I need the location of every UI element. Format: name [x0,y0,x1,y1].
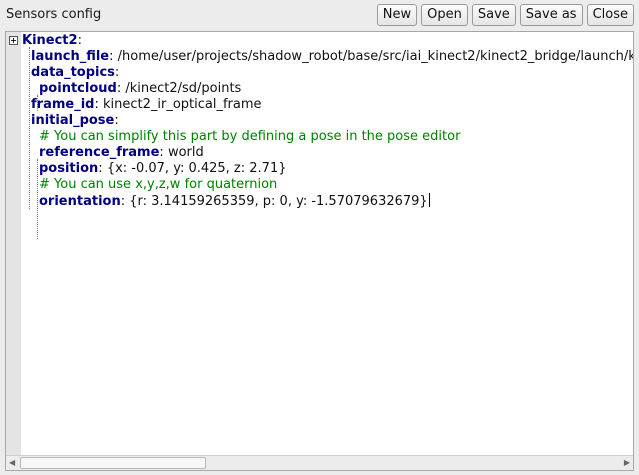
save-button[interactable]: Save [471,4,516,26]
yaml-key: initial_pose [31,113,115,128]
editor-gutter [6,32,21,456]
yaml-value: /kinect2/sd/points [125,81,242,96]
code-line: Kinect2: [22,33,633,49]
code-line: # You can simplify this part by defining… [22,129,633,145]
yaml-editor[interactable]: Kinect2: launch_file: /home/user/project… [5,31,634,471]
yaml-separator: : [94,97,103,112]
code-line: # You can use x,y,z,w for quaternion [22,177,633,193]
fold-expand-icon[interactable] [9,36,18,45]
horizontal-scrollbar[interactable]: ◀ ▶ [6,455,633,470]
yaml-key: data_topics [31,65,115,80]
yaml-key: launch_file [31,49,110,64]
yaml-key: Kinect2 [22,33,78,48]
code-line: frame_id: kinect2_ir_optical_frame [22,97,633,113]
yaml-key: orientation [39,194,121,209]
toolbar: New Open Save Save as Close [376,4,634,26]
yaml-value: world [167,145,204,160]
yaml-value: {x: -0.07, y: 0.425, z: 2.71} [106,161,287,176]
yaml-separator: : [98,161,107,176]
code-line: orientation: {r: 3.14159265359, p: 0, y:… [22,193,633,209]
code-line: launch_file: /home/user/projects/shadow_… [22,49,633,65]
scroll-left-arrow-icon[interactable]: ◀ [9,458,15,467]
close-button[interactable]: Close [586,4,634,26]
yaml-comment: # You can simplify this part by defining… [39,129,461,144]
open-button[interactable]: Open [421,4,468,26]
window-title: Sensors config [6,7,102,22]
yaml-separator: : [159,145,168,160]
save-as-button[interactable]: Save as [519,4,583,26]
yaml-key: position [39,161,99,176]
text-caret [428,193,430,207]
yaml-separator: : [114,65,120,80]
code-line: pointcloud: /kinect2/sd/points [22,81,633,97]
code-line: position: {x: -0.07, y: 0.425, z: 2.71} [22,161,633,177]
yaml-key: reference_frame [39,145,160,160]
scrollbar-thumb[interactable] [20,457,206,469]
yaml-value: /home/user/projects/shadow_robot/base/sr… [117,49,634,64]
code-line: initial_pose: [22,113,633,129]
code-line: data_topics: [22,65,633,81]
yaml-separator: : [77,33,82,48]
new-button[interactable]: New [376,4,418,26]
yaml-value: {r: 3.14159265359, p: 0, y: -1.570796326… [129,194,428,209]
yaml-separator: : [109,49,118,64]
yaml-key: frame_id [31,97,95,112]
yaml-comment: # You can use x,y,z,w for quaternion [39,177,278,192]
code-line: reference_frame: world [22,145,633,161]
scroll-right-arrow-icon[interactable]: ▶ [624,458,630,467]
yaml-separator: : [120,194,130,209]
yaml-key: pointcloud [39,81,117,96]
yaml-separator: : [114,113,119,128]
code-area[interactable]: Kinect2: launch_file: /home/user/project… [22,33,633,239]
yaml-value: kinect2_ir_optical_frame [102,97,262,112]
